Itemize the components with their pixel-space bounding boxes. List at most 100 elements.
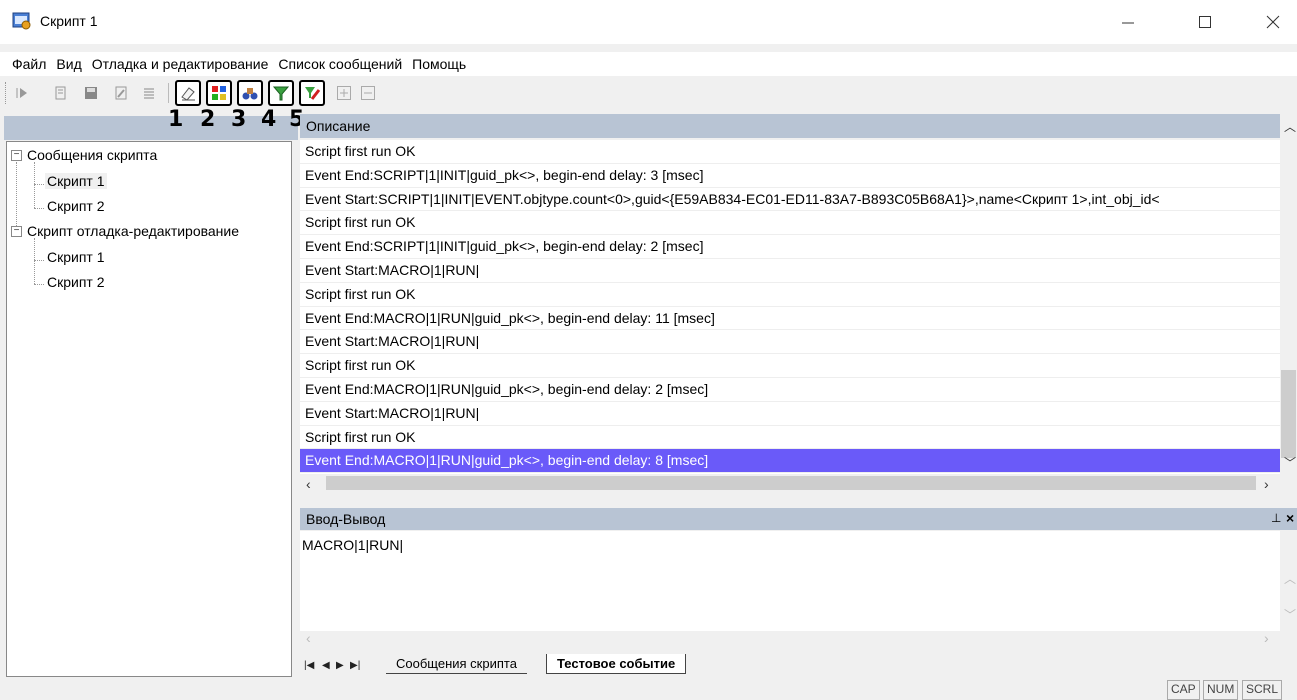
tab-script-messages[interactable]: Сообщения скрипта <box>386 654 527 674</box>
close-icon <box>1266 15 1280 29</box>
run-button[interactable] <box>12 82 34 104</box>
bottom-tabs: |◀ ◀ ▶ ▶| Сообщения скрипта Тестовое соб… <box>300 648 1297 674</box>
tab-test-event[interactable]: Тестовое событие <box>546 654 687 674</box>
minimize-icon <box>1122 22 1134 24</box>
close-button[interactable] <box>1250 0 1296 44</box>
scroll-right-icon[interactable]: › <box>1264 476 1269 492</box>
maximize-button[interactable] <box>1182 0 1228 44</box>
filter-button[interactable] <box>268 80 294 106</box>
scroll-left-icon[interactable]: ‹ <box>306 476 311 492</box>
list-item[interactable]: Script first run OK <box>300 283 1280 307</box>
step-button[interactable] <box>50 82 72 104</box>
last-tab-icon[interactable]: ▶| <box>350 660 360 671</box>
edit-document-icon <box>115 86 127 100</box>
app-icon <box>12 12 31 30</box>
io-text-area[interactable]: MACRO|1|RUN| <box>300 531 1280 631</box>
save-button[interactable] <box>80 82 102 104</box>
io-scroll-down-icon[interactable]: ﹀ <box>1284 606 1296 623</box>
list-button[interactable] <box>138 82 160 104</box>
status-cap: CAP <box>1167 680 1200 700</box>
menu-help[interactable]: Помощь <box>408 52 470 76</box>
list-item[interactable]: Event End:MACRO|1|RUN|guid_pk<>, begin-e… <box>300 378 1280 402</box>
list-item[interactable]: Event End:MACRO|1|RUN|guid_pk<>, begin-e… <box>300 307 1280 331</box>
toolbar <box>0 78 1297 108</box>
column-description[interactable]: Описание <box>306 118 370 134</box>
plus-icon <box>337 86 351 100</box>
tree-group-script-debug[interactable]: Скрипт отладка-редактирование <box>27 223 239 239</box>
scroll-up-icon[interactable]: ︿ <box>1284 118 1296 135</box>
clear-button[interactable] <box>175 80 201 106</box>
document-icon <box>55 86 66 100</box>
pin-icon[interactable]: ⊥ <box>1271 511 1281 525</box>
tree-connector <box>34 184 44 185</box>
tree-item-script-1[interactable]: Скрипт 1 <box>45 173 107 189</box>
eraser-icon <box>181 87 195 101</box>
tree-header <box>4 116 298 140</box>
collapse-toggle-icon[interactable]: − <box>11 150 22 161</box>
tree-connector <box>34 208 44 209</box>
tree-item-script-2[interactable]: Скрипт 2 <box>47 198 105 214</box>
tree-group-script-messages[interactable]: Сообщения скрипта <box>27 147 157 163</box>
list-item[interactable]: Script first run OK <box>300 426 1280 450</box>
binoculars-icon <box>242 88 258 100</box>
io-scroll-right-icon[interactable]: › <box>1264 630 1269 646</box>
menu-bar: Файл Вид Отладка и редактирование Список… <box>0 52 1297 76</box>
list-item-selected[interactable]: Event End:MACRO|1|RUN|guid_pk<>, begin-e… <box>300 449 1280 474</box>
toolbar-separator <box>168 83 169 103</box>
marker-3: 3 <box>231 107 247 132</box>
window-title: Скрипт 1 <box>40 13 98 29</box>
list-item[interactable]: Event End:SCRIPT|1|INIT|guid_pk<>, begin… <box>300 235 1280 259</box>
toolbar-grip[interactable] <box>5 82 7 104</box>
collapse-toggle-icon[interactable]: − <box>11 226 22 237</box>
edit-button[interactable] <box>110 82 132 104</box>
io-value: MACRO|1|RUN| <box>302 537 404 553</box>
scroll-down-icon[interactable]: ﹀ <box>1284 454 1296 471</box>
tree-connector <box>34 284 44 285</box>
io-panel-header: Ввод-Вывод ⊥ × <box>300 508 1297 530</box>
collapse-button[interactable] <box>357 82 379 104</box>
vertical-scroll-thumb[interactable] <box>1281 370 1296 458</box>
tree-connector <box>34 162 35 208</box>
tree-panel: − Сообщения скрипта Скрипт 1 Скрипт 2 − … <box>6 141 292 677</box>
status-num: NUM <box>1203 680 1239 700</box>
save-icon <box>85 87 97 99</box>
tree-item-debug-script-1[interactable]: Скрипт 1 <box>47 249 105 265</box>
message-list: Script first run OK Event End:SCRIPT|1|I… <box>300 140 1280 475</box>
status-scrl: SCRL <box>1242 680 1283 700</box>
io-panel-title: Ввод-Вывод <box>306 511 386 527</box>
run-icon <box>16 88 27 98</box>
menu-view[interactable]: Вид <box>52 52 85 76</box>
list-item[interactable]: Event Start:MACRO|1|RUN| <box>300 259 1280 283</box>
list-item[interactable]: Event End:SCRIPT|1|INIT|guid_pk<>, begin… <box>300 164 1280 188</box>
next-tab-icon[interactable]: ▶ <box>336 660 344 671</box>
horizontal-scroll-thumb[interactable] <box>326 476 1256 490</box>
tree-connector <box>16 162 17 234</box>
title-bar: Скрипт 1 <box>0 0 1297 44</box>
list-item[interactable]: Script first run OK <box>300 140 1280 164</box>
prev-tab-icon[interactable]: ◀ <box>322 660 330 671</box>
menu-message-list[interactable]: Список сообщений <box>274 52 406 76</box>
list-header: Описание <box>300 114 1297 138</box>
first-tab-icon[interactable]: |◀ <box>304 660 314 671</box>
list-item[interactable]: Event Start:MACRO|1|RUN| <box>300 402 1280 426</box>
list-item[interactable]: Event Start:SCRIPT|1|INIT|EVENT.objtype.… <box>300 188 1280 212</box>
tree-connector <box>34 238 35 284</box>
minus-icon <box>361 86 375 100</box>
menu-debug-edit[interactable]: Отладка и редактирование <box>88 52 273 76</box>
expand-button[interactable] <box>333 82 355 104</box>
menu-file[interactable]: Файл <box>0 52 50 76</box>
io-scroll-left-icon[interactable]: ‹ <box>306 630 311 646</box>
filter-edit-icon <box>305 87 321 100</box>
find-button[interactable] <box>237 80 263 106</box>
list-item[interactable]: Script first run OK <box>300 211 1280 236</box>
tree-item-debug-script-2[interactable]: Скрипт 2 <box>47 274 105 290</box>
minimize-button[interactable] <box>1105 0 1151 44</box>
maximize-icon <box>1199 16 1211 28</box>
filter-icon <box>272 86 290 101</box>
list-item[interactable]: Script first run OK <box>300 354 1280 378</box>
filter-edit-button[interactable] <box>299 80 325 106</box>
close-panel-icon[interactable]: × <box>1286 510 1294 526</box>
list-item[interactable]: Event Start:MACRO|1|RUN| <box>300 330 1280 355</box>
colors-button[interactable] <box>206 80 232 106</box>
io-scroll-up-icon[interactable]: ︿ <box>1284 570 1296 587</box>
